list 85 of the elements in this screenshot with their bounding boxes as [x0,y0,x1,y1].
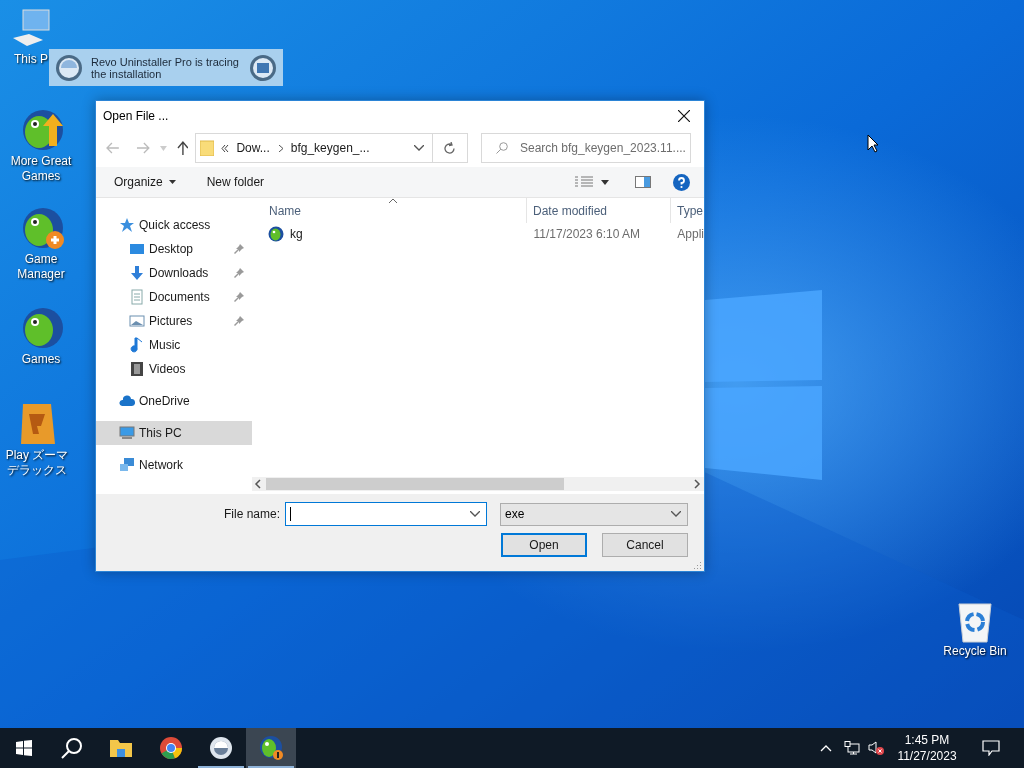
nav-item[interactable]: Pictures [96,309,252,333]
close-icon [678,110,690,122]
search-field[interactable]: Search bfg_keygen_2023.11.... [481,133,691,163]
dropdown-icon [671,511,681,517]
document-icon [129,289,145,305]
file-name: kg [290,226,303,243]
breadcrumb[interactable]: bfg_keygen_... [290,139,370,157]
pc-icon [119,425,135,441]
window-icon[interactable] [249,53,277,82]
file-type-dropdown[interactable]: exe [500,502,688,526]
popup-text: Revo Uninstaller Pro is tracing the installation [91,55,240,80]
windows-icon [16,740,32,756]
nav-item[interactable]: Downloads [96,261,252,285]
desktop-icon-label: Play ズーマデラックス [4,448,70,478]
desktop-icon-label: More Great Games [9,154,73,184]
nav-item[interactable]: Quick access [96,213,252,237]
file-name-label: File name: [222,506,280,523]
desktop-icon [129,241,145,257]
notification-icon[interactable] [982,740,1000,756]
address-bar[interactable]: Dow... bfg_keygen_... [195,133,468,163]
column-header[interactable]: Date modified [527,198,671,223]
desktop-icon-label: Game Manager [16,252,66,282]
sort-caret-icon [389,198,397,203]
dropdown-icon[interactable] [414,145,424,151]
nav-item[interactable]: Music [96,333,252,357]
nav-item[interactable]: This PC [96,421,252,445]
nav-item[interactable]: Desktop [96,237,252,261]
preview-pane-icon[interactable] [635,176,651,188]
nav-item[interactable]: Videos [96,357,252,381]
volume-muted-icon[interactable] [868,741,884,755]
caret-icon[interactable] [601,179,609,185]
network-icon[interactable] [844,741,860,755]
clock-time: 1:45 PM [904,732,950,748]
desktop-icon-label: This P [14,52,48,67]
search-icon [61,737,83,759]
music-icon [129,337,145,353]
fish-icon [258,735,284,761]
pin-icon[interactable] [234,244,244,254]
new-folder-button[interactable]: New folder [206,173,265,191]
up-icon[interactable] [176,141,189,155]
star-icon [119,217,135,233]
pin-icon[interactable] [234,316,244,326]
file-row[interactable]: kg 11/17/2023 6:10 AM Appli [252,223,704,245]
file-name-field[interactable] [285,502,487,526]
pin-icon[interactable] [234,268,244,278]
desktop-icon-label: Recycle Bin [943,644,1007,659]
pin-icon[interactable] [234,292,244,302]
column-header[interactable]: Type [671,198,703,223]
dialog-button[interactable]: Cancel [602,533,688,557]
refresh-icon [443,141,457,155]
clock[interactable]: 1:45 PM 11/27/2023 [894,732,960,764]
window-title: Open File ... [102,108,170,125]
search-input[interactable]: Search bfg_keygen_2023.11.... [520,139,690,157]
nav-item[interactable]: Network [96,453,252,477]
disc-icon [209,736,233,760]
fish-icon [268,226,284,242]
folder-icon [109,737,133,759]
folder-icon [200,140,215,156]
date-cell-text: 11/17/2023 6:10 AM [532,226,642,243]
chevron-up-icon[interactable] [820,744,832,752]
help-icon[interactable] [673,173,690,191]
cursor-icon [867,134,879,153]
breadcrumb[interactable]: Dow... [236,139,270,157]
type-cell-text: Appli [676,226,704,243]
disc-icon [55,53,83,82]
download-icon [129,265,145,281]
organize-menu[interactable]: Organize [114,173,176,191]
desktop-icon-label: Games [21,352,61,367]
search-icon [496,142,508,154]
nav-item[interactable]: OneDrive [96,389,252,413]
horizontal-scrollbar[interactable] [252,477,704,491]
browser-icon [159,736,183,760]
clock-date: 11/27/2023 [897,748,957,764]
nav-item[interactable]: Documents [96,285,252,309]
dialog-button[interactable]: Open [501,533,587,557]
dropdown-icon[interactable] [470,511,480,517]
chevron-icon [278,144,283,152]
chevrons-icon [221,144,230,152]
pictures-icon [129,313,145,329]
video-icon [129,361,145,377]
column-header[interactable]: Name [252,198,527,223]
cloud-icon [119,393,135,409]
caret-icon [168,180,176,184]
resize-grip-icon[interactable] [694,561,702,569]
network-icon [119,457,135,473]
